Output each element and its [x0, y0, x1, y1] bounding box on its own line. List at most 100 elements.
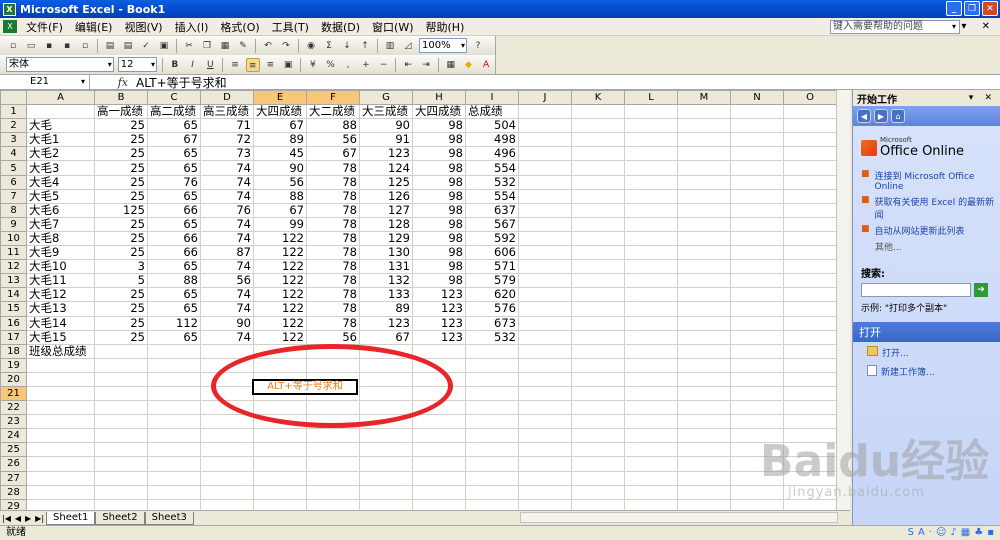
cell[interactable]: 25	[94, 160, 148, 176]
open-file-label[interactable]: 打开...	[882, 346, 909, 359]
cell[interactable]	[571, 132, 625, 148]
cell[interactable]	[253, 442, 307, 458]
cell[interactable]	[94, 456, 148, 472]
cell[interactable]	[571, 160, 625, 176]
cell[interactable]: 74	[200, 160, 254, 176]
cell[interactable]	[359, 470, 413, 486]
cell[interactable]	[730, 104, 784, 120]
tools-icon[interactable]: ▪	[987, 526, 994, 540]
underline-icon[interactable]: U	[203, 58, 217, 72]
cell[interactable]: 56	[200, 273, 254, 289]
cell[interactable]: 90	[200, 315, 254, 331]
cell[interactable]: 65	[147, 287, 201, 303]
cell[interactable]: 78	[306, 230, 360, 247]
link-connect[interactable]: ■ 连接到 Microsoft Office Online	[861, 169, 996, 192]
back-icon[interactable]: ◀	[857, 109, 871, 123]
row-header[interactable]: 24	[0, 428, 27, 444]
cell[interactable]	[624, 343, 678, 359]
research-icon[interactable]: ▣	[157, 39, 171, 53]
cell[interactable]: 129	[359, 230, 413, 247]
row-header[interactable]: 26	[0, 456, 27, 472]
cell[interactable]	[624, 400, 678, 416]
sogou-icon[interactable]: S	[908, 526, 914, 540]
cell[interactable]	[359, 484, 413, 500]
link-news[interactable]: ■ 获取有关使用 Excel 的最新新闻	[861, 195, 996, 221]
cell[interactable]: 567	[465, 216, 519, 232]
increase-decimal-icon[interactable]: +	[359, 58, 373, 72]
cell[interactable]	[147, 371, 201, 387]
cell[interactable]	[624, 498, 678, 510]
cell[interactable]	[147, 343, 201, 359]
cell[interactable]	[677, 385, 731, 402]
cell[interactable]	[783, 245, 837, 261]
font-color-icon[interactable]: A	[479, 58, 493, 72]
cell[interactable]	[624, 104, 678, 120]
cell[interactable]	[571, 357, 625, 373]
help-search-input[interactable]: 键入需要帮助的问题	[830, 20, 960, 34]
cell[interactable]	[412, 442, 466, 458]
cell[interactable]	[571, 315, 625, 331]
cell[interactable]: 91	[359, 132, 413, 148]
cell[interactable]	[465, 343, 519, 359]
align-left-icon[interactable]: ≡	[228, 58, 242, 72]
cell[interactable]: 71	[200, 118, 254, 134]
cell[interactable]	[677, 132, 731, 148]
cell[interactable]	[677, 343, 731, 359]
cell[interactable]: 98	[412, 188, 466, 204]
cell[interactable]	[518, 414, 572, 430]
align-center-icon[interactable]: ≡	[245, 57, 260, 72]
cell[interactable]	[518, 174, 572, 190]
cell[interactable]	[465, 385, 519, 402]
cell[interactable]	[200, 484, 254, 500]
cell[interactable]	[677, 287, 731, 303]
cell[interactable]	[571, 456, 625, 472]
cell[interactable]	[571, 400, 625, 416]
cell[interactable]: 大毛	[26, 118, 95, 134]
cell[interactable]: 大毛13	[26, 301, 95, 317]
cell[interactable]	[94, 357, 148, 373]
cell[interactable]	[518, 245, 572, 261]
cell[interactable]	[94, 414, 148, 430]
cell[interactable]: 637	[465, 202, 519, 218]
menu-tools[interactable]: 工具(T)	[266, 19, 315, 35]
cell[interactable]: 88	[253, 188, 307, 204]
cell[interactable]	[465, 470, 519, 486]
cell[interactable]	[518, 498, 572, 510]
cell[interactable]	[783, 301, 837, 317]
row-header[interactable]: 8	[0, 202, 27, 218]
cell[interactable]	[783, 230, 837, 247]
tab-sheet1[interactable]: Sheet1	[46, 511, 96, 525]
menu-help[interactable]: 帮助(H)	[420, 19, 471, 35]
increase-indent-icon[interactable]: ⇥	[419, 58, 433, 72]
cell[interactable]	[94, 371, 148, 387]
cell[interactable]	[677, 329, 731, 345]
cell[interactable]	[26, 371, 95, 387]
cell[interactable]: 大毛1	[26, 132, 95, 148]
cell[interactable]	[412, 470, 466, 486]
cell[interactable]	[783, 329, 837, 345]
cell[interactable]: 132	[359, 273, 413, 289]
cell[interactable]	[306, 470, 360, 486]
cell[interactable]: 大毛2	[26, 146, 95, 162]
cell[interactable]	[571, 216, 625, 232]
skin-icon[interactable]: ♣	[974, 526, 983, 540]
workbook-icon[interactable]: X	[3, 20, 17, 33]
worksheet-grid[interactable]: ABCDEFGHIJKLMNO 1 高一成绩 高二成绩 高三成绩 大四成绩 大二成绩 大三成…	[0, 90, 850, 510]
new-icon[interactable]: ▫	[6, 39, 20, 53]
italic-icon[interactable]: I	[186, 58, 200, 72]
cell[interactable]: 65	[147, 259, 201, 275]
cell[interactable]	[624, 329, 678, 345]
cell[interactable]	[624, 160, 678, 176]
cell[interactable]: 122	[253, 245, 307, 261]
cell[interactable]: 122	[253, 259, 307, 275]
hyperlink-icon[interactable]: ◉	[304, 39, 318, 53]
undo-icon[interactable]: ↶	[261, 39, 275, 53]
cell[interactable]	[26, 428, 95, 444]
cell[interactable]	[518, 484, 572, 500]
cell[interactable]: 74	[200, 329, 254, 345]
row-header[interactable]: 22	[0, 400, 27, 416]
cell[interactable]: 78	[306, 259, 360, 275]
cell[interactable]	[783, 385, 837, 402]
cell[interactable]	[730, 216, 784, 232]
cell[interactable]: 大三成绩	[359, 104, 413, 120]
